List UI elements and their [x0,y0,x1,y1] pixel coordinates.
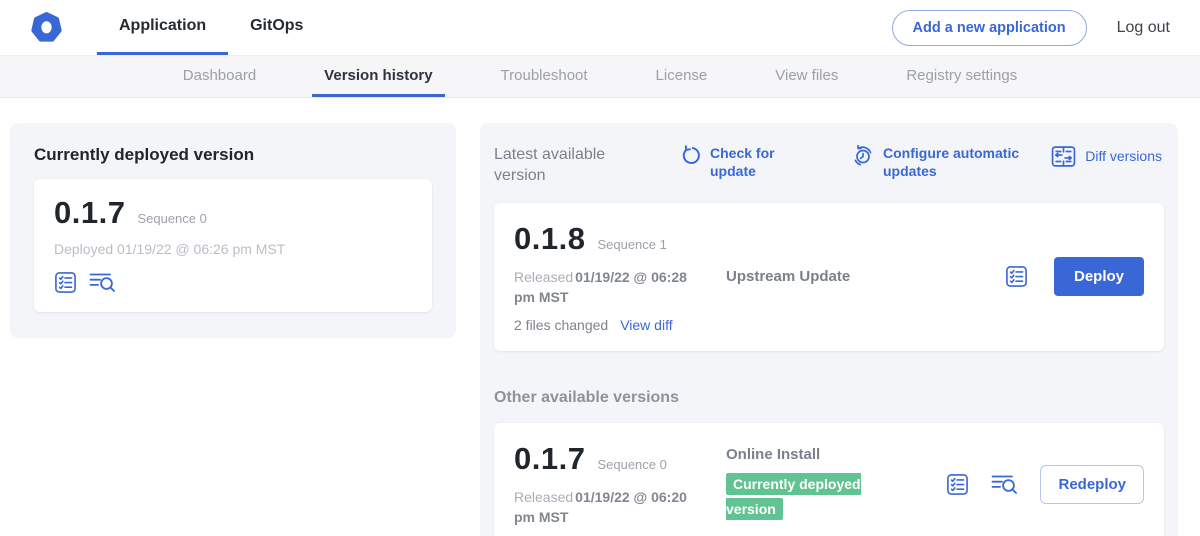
tab-application[interactable]: Application [97,0,228,55]
release-notes-icon[interactable] [89,271,116,294]
top-navbar: Application GitOps Add a new application… [0,0,1200,56]
latest-files-changed-row: 2 files changed View diff [514,317,726,333]
subnav-item-version-history[interactable]: Version history [312,56,444,97]
app-subnav: Dashboard Version history Troubleshoot L… [0,56,1200,98]
deployed-timestamp: Deployed 01/19/22 @ 06:26 pm MST [54,241,412,257]
subnav-item-troubleshoot[interactable]: Troubleshoot [489,56,600,97]
add-new-application-button[interactable]: Add a new application [892,10,1087,46]
available-versions-panel: Latest available version Check for updat… [480,123,1178,536]
deployed-version-number: 0.1.7 [54,195,125,231]
diff-versions-button[interactable]: Diff versions [1051,145,1162,168]
other-source-label: Online Install [726,446,904,463]
latest-release-info: 0.1.8 Sequence 1 Released01/19/22 @ 06:2… [514,221,726,334]
deployed-actions [54,271,412,294]
deployed-sequence-label: Sequence 0 [137,211,206,226]
main-content: Currently deployed version 0.1.7 Sequenc… [0,98,1200,536]
release-notes-icon[interactable] [991,473,1018,496]
subnav-item-view-files[interactable]: View files [763,56,850,97]
preflight-checklist-icon[interactable] [54,271,77,294]
currently-deployed-title: Currently deployed version [34,145,432,165]
admin-console-page: Application GitOps Add a new application… [0,0,1200,536]
deployed-version-card: 0.1.7 Sequence 0 Deployed 01/19/22 @ 06:… [34,179,432,312]
configure-automatic-updates-button[interactable]: Configure automatic updates [852,145,1039,180]
other-released-timestamp: Released01/19/22 @ 06:20 pm MST [514,487,706,528]
subnav-item-license[interactable]: License [644,56,720,97]
other-release-info: 0.1.7 Sequence 0 Released01/19/22 @ 06:2… [514,441,726,528]
currently-deployed-badge: Currently deployed version [726,473,861,521]
latest-source-label: Upstream Update [726,268,904,285]
latest-release-actions: Deploy [1005,257,1144,296]
preflight-checklist-icon[interactable] [946,473,969,496]
latest-released-timestamp: Released01/19/22 @ 06:28 pm MST [514,267,706,308]
check-for-update-label: Check for update [710,145,792,180]
app-logo[interactable] [30,0,63,55]
currently-deployed-panel: Currently deployed version 0.1.7 Sequenc… [10,123,456,338]
other-version-number: 0.1.7 [514,441,585,477]
latest-sequence-label: Sequence 1 [597,237,666,252]
deployed-badge-wrap: Currently deployed version [726,472,896,523]
view-diff-link[interactable]: View diff [620,317,672,333]
clock-refresh-icon [852,145,874,167]
other-sequence-label: Sequence 0 [597,457,666,472]
other-release-card: 0.1.7 Sequence 0 Released01/19/22 @ 06:2… [494,423,1164,536]
deploy-button[interactable]: Deploy [1054,257,1144,296]
logout-link[interactable]: Log out [1117,19,1170,37]
files-changed-label: 2 files changed [514,317,608,333]
subnav-item-dashboard[interactable]: Dashboard [171,56,268,97]
other-available-versions-title: Other available versions [494,389,1164,407]
preflight-checklist-icon[interactable] [1005,265,1028,288]
available-header: Latest available version Check for updat… [494,145,1164,187]
tab-gitops[interactable]: GitOps [228,0,325,55]
topnav-right: Add a new application Log out [892,0,1170,55]
diff-versions-label: Diff versions [1085,148,1162,166]
refresh-icon [680,145,701,166]
latest-available-title: Latest available version [494,145,642,187]
top-tabs: Application GitOps [97,0,325,55]
other-release-actions: Redeploy [946,465,1144,504]
check-for-update-button[interactable]: Check for update [680,145,792,180]
redeploy-button[interactable]: Redeploy [1040,465,1144,504]
subnav-item-registry-settings[interactable]: Registry settings [894,56,1029,97]
deployed-version-row: 0.1.7 Sequence 0 [54,195,412,231]
heptagon-logo-icon [30,11,63,44]
other-source-column: Online Install Currently deployed versio… [726,446,904,523]
latest-release-card: 0.1.8 Sequence 1 Released01/19/22 @ 06:2… [494,203,1164,352]
latest-version-number: 0.1.8 [514,221,585,257]
configure-automatic-updates-label: Configure automatic updates [883,145,1039,180]
diff-icon [1051,145,1076,168]
latest-source-column: Upstream Update [726,268,904,285]
